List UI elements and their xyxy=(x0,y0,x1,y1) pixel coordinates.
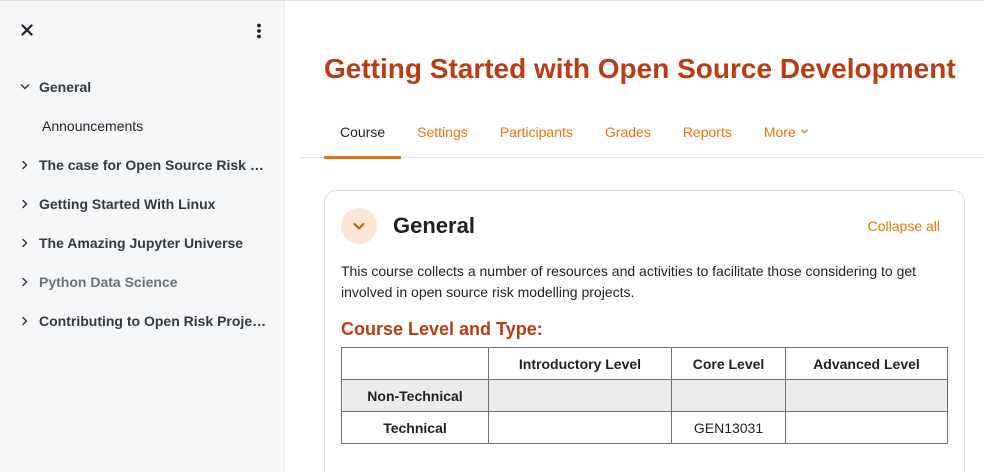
tab-label: Participants xyxy=(499,123,573,140)
course-index-section-contributing[interactable]: Contributing to Open Risk Projects xyxy=(0,301,285,340)
course-level-heading: Course Level and Type: xyxy=(341,319,543,339)
course-index-section-label: Contributing to Open Risk Projects xyxy=(39,312,267,329)
course-index-section-label: Getting Started With Linux xyxy=(39,195,216,212)
chevron-down-icon[interactable] xyxy=(18,80,32,94)
table-cell: GEN13031 xyxy=(671,411,786,444)
chevron-right-icon[interactable] xyxy=(18,197,32,211)
tab-label: Settings xyxy=(417,123,468,140)
course-index-section-jupyter[interactable]: The Amazing Jupyter Universe xyxy=(0,223,285,262)
course-index-section-label: The Amazing Jupyter Universe xyxy=(39,234,244,251)
course-index-drawer: General Announcements The case for Open … xyxy=(0,1,285,472)
chevron-down-icon xyxy=(353,223,365,230)
course-level-table: Introductory Level Core Level Advanced L… xyxy=(341,347,948,444)
table-row: Non-Technical xyxy=(341,379,948,412)
collapse-all-link[interactable]: Collapse all xyxy=(868,218,940,234)
tab-more[interactable]: More xyxy=(748,105,825,158)
section-title: General xyxy=(393,213,475,238)
course-index-section-linux[interactable]: Getting Started With Linux xyxy=(0,184,285,223)
tab-settings[interactable]: Settings xyxy=(401,105,484,158)
table-row-header: Technical xyxy=(341,411,489,444)
section-collapse-button[interactable] xyxy=(341,208,377,244)
course-index-section-label: The case for Open Source Risk Modelling xyxy=(39,156,267,173)
course-index-section-python[interactable]: Python Data Science xyxy=(0,262,285,301)
drawer-menu-button[interactable] xyxy=(249,20,269,42)
tab-label: More xyxy=(763,123,796,140)
table-header-cell: Core Level xyxy=(671,347,786,380)
course-index-activity-label: Announcements xyxy=(42,117,144,134)
close-icon xyxy=(21,24,33,36)
table-row-header: Non-Technical xyxy=(341,379,489,412)
tab-participants[interactable]: Participants xyxy=(484,105,589,158)
table-cell xyxy=(785,411,948,444)
table-cell xyxy=(671,379,786,412)
table-cell xyxy=(785,379,948,412)
secondary-navigation: Course Settings Participants Grades Repo… xyxy=(301,105,984,159)
course-index-activity-announcements[interactable]: Announcements xyxy=(0,106,285,145)
course-index-section-label: Python Data Science xyxy=(39,273,178,290)
tab-label: Reports xyxy=(682,123,732,140)
course-index-section-general[interactable]: General xyxy=(0,67,285,106)
tab-label: Grades xyxy=(604,123,651,140)
course-section-general: General Collapse all This course collect… xyxy=(324,190,965,472)
table-row: Technical GEN13031 xyxy=(341,411,948,444)
tab-grades[interactable]: Grades xyxy=(589,105,667,158)
table-header-row: Introductory Level Core Level Advanced L… xyxy=(341,347,948,380)
tab-reports[interactable]: Reports xyxy=(667,105,748,158)
main-content: Getting Started with Open Source Develop… xyxy=(285,1,984,472)
course-index-section-open-source-risk[interactable]: The case for Open Source Risk Modelling xyxy=(0,145,285,184)
table-cell xyxy=(488,379,672,412)
chevron-right-icon[interactable] xyxy=(18,158,32,172)
tab-label: Course xyxy=(340,123,386,140)
chevron-right-icon[interactable] xyxy=(18,236,32,250)
chevron-right-icon[interactable] xyxy=(18,314,32,328)
table-header-cell xyxy=(341,347,489,380)
course-index-section-label: General xyxy=(39,78,92,95)
table-cell xyxy=(488,411,672,444)
chevron-down-icon xyxy=(800,127,809,136)
course-index: General Announcements The case for Open … xyxy=(0,67,285,340)
chevron-right-icon[interactable] xyxy=(18,275,32,289)
kebab-menu-icon xyxy=(257,23,261,39)
close-drawer-button[interactable] xyxy=(17,20,37,40)
section-summary: This course collects a number of resourc… xyxy=(341,263,917,300)
tab-course[interactable]: Course xyxy=(324,105,402,159)
drawer-header xyxy=(0,1,284,59)
table-header-cell: Advanced Level xyxy=(785,347,948,380)
app: General Announcements The case for Open … xyxy=(0,0,984,472)
table-header-cell: Introductory Level xyxy=(488,347,672,380)
page-title: Getting Started with Open Source Develop… xyxy=(324,53,956,84)
